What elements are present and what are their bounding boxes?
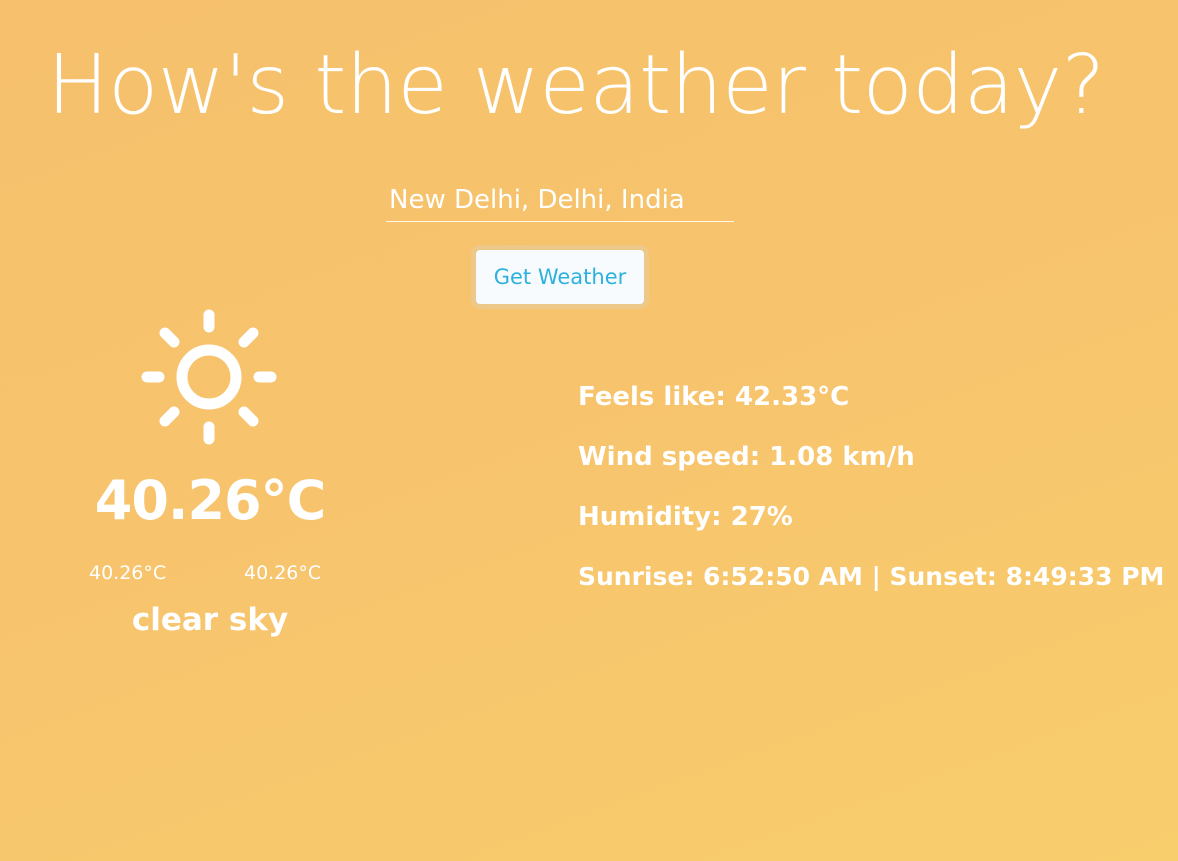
location-input[interactable] [386, 178, 734, 222]
current-temperature: 40.26°C [94, 469, 326, 532]
page-title: How's the weather today? [47, 38, 1105, 133]
sunrise-sunset: Sunrise: 6:52:50 AM | Sunset: 8:49:33 PM [578, 562, 1165, 591]
humidity: Humidity: 27% [578, 502, 793, 532]
min-temperature: 40.26°C [89, 562, 167, 584]
sun-icon [141, 309, 277, 445]
feels-like: Feels like: 42.33°C [578, 382, 850, 412]
max-temperature: 40.26°C [244, 562, 322, 584]
weather-description: clear sky [131, 602, 289, 638]
get-weather-button[interactable]: Get Weather [471, 245, 649, 309]
wind-speed: Wind speed: 1.08 km/h [578, 442, 915, 472]
